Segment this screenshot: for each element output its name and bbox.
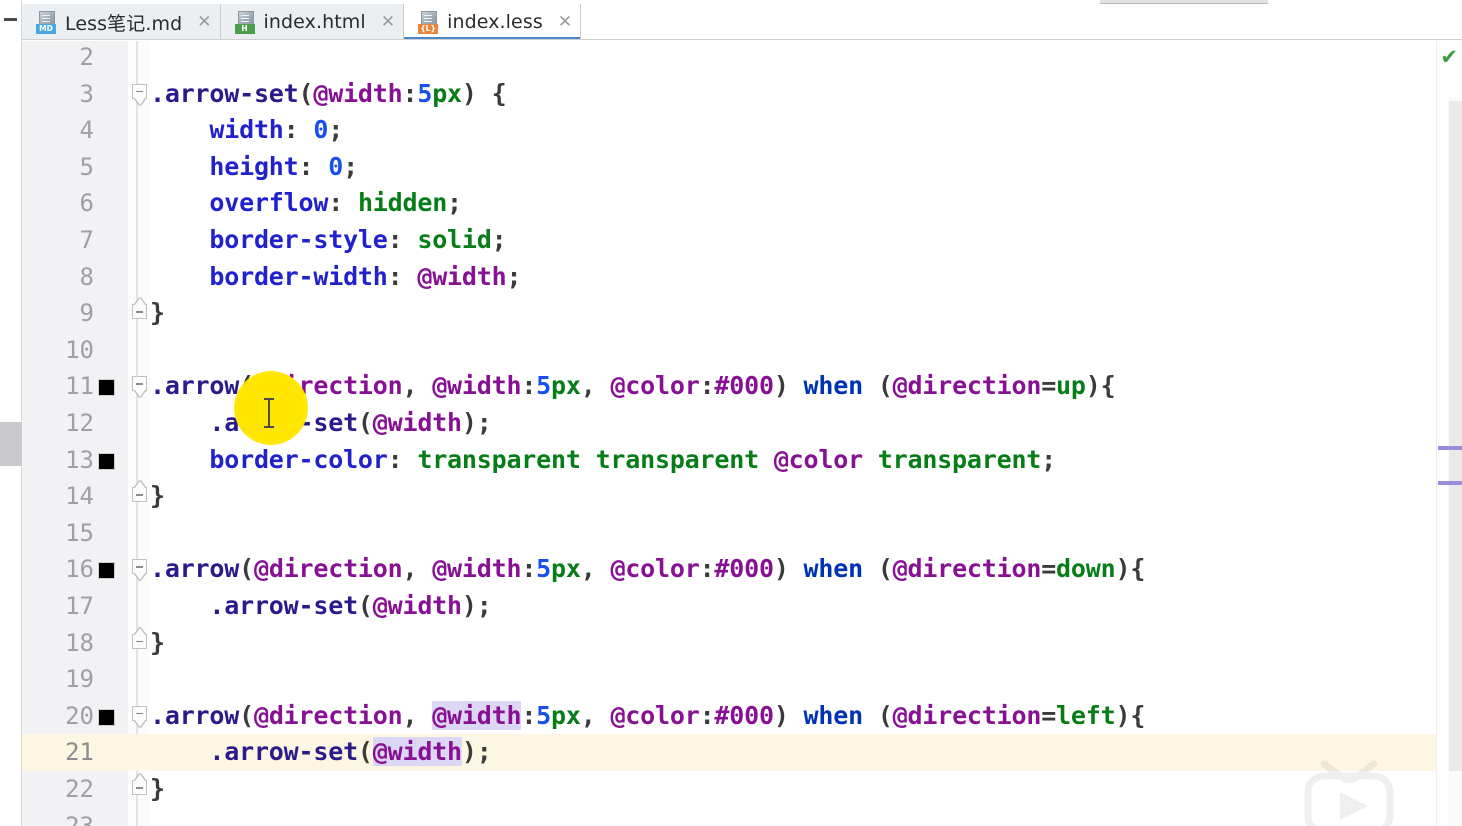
fold-end-icon[interactable] — [132, 481, 147, 503]
line-number: 21 — [65, 738, 94, 767]
line-number: 15 — [65, 518, 94, 547]
fold-collapse-icon[interactable] — [132, 705, 147, 727]
code-text[interactable]: border-style: solid; — [150, 222, 506, 259]
line-number: 9 — [79, 299, 94, 328]
code-text[interactable]: .arrow-set(@width); — [150, 405, 491, 442]
color-swatch-icon[interactable] — [98, 562, 115, 580]
code-line[interactable]: 6 overflow: hidden; — [22, 185, 1462, 222]
fold-end-icon[interactable] — [132, 627, 147, 649]
code-line[interactable]: 19 — [22, 661, 1462, 698]
code-line[interactable]: 21 .arrow-set(@width); — [22, 734, 1462, 771]
line-number: 16 — [65, 555, 94, 584]
line-number: 23 — [65, 811, 94, 826]
fold-collapse-icon[interactable] — [132, 83, 147, 105]
code-editor[interactable]: 2 3 .arrow-set(@width:5px) {4 width: 0; 5 h… — [22, 41, 1462, 826]
line-number: 7 — [79, 226, 94, 254]
line-number: 20 — [65, 701, 94, 730]
code-line[interactable]: 23 — [22, 808, 1462, 826]
code-text[interactable]: width: 0; — [150, 112, 343, 149]
fold-collapse-icon[interactable] — [132, 376, 147, 398]
code-line[interactable]: 2 — [22, 41, 1462, 76]
code-line[interactable]: 4 width: 0; — [22, 112, 1462, 149]
fold-collapse-icon[interactable] — [132, 559, 147, 581]
close-icon[interactable]: ✕ — [558, 13, 572, 31]
close-icon[interactable]: ✕ — [381, 13, 395, 31]
editor-scrollbar-thumb[interactable] — [1449, 101, 1462, 771]
code-text[interactable]: .arrow(@direction, @width:5px, @color:#0… — [150, 368, 1116, 405]
line-number: 10 — [65, 335, 94, 364]
code-text[interactable]: border-width: @width; — [150, 259, 521, 296]
line-number: 8 — [79, 262, 94, 291]
code-line[interactable]: 11 .arrow(@direction, @width:5px, @color:… — [22, 368, 1462, 405]
code-text[interactable]: } — [150, 771, 165, 808]
code-line[interactable]: 12 .arrow-set(@width); — [22, 405, 1462, 442]
code-text[interactable]: } — [150, 625, 165, 662]
tab-index-html[interactable]: H index.html ✕ — [220, 4, 405, 40]
tab-label: index.html — [263, 11, 366, 33]
fold-end-icon[interactable] — [132, 774, 147, 795]
line-number: 4 — [79, 116, 94, 145]
file-type-badge: {L} — [418, 24, 439, 34]
inspection-gutter[interactable]: ✔ — [1436, 41, 1462, 826]
line-number: 14 — [65, 482, 94, 511]
tab-index-less[interactable]: {L} index.less ✕ — [404, 4, 582, 40]
code-line[interactable]: 3 .arrow-set(@width:5px) { — [22, 76, 1462, 113]
code-line[interactable]: 22} — [22, 771, 1462, 808]
line-number: 6 — [79, 189, 94, 218]
line-number: 3 — [79, 79, 94, 108]
tool-window-stripe[interactable] — [0, 0, 22, 826]
line-number: 5 — [79, 152, 94, 181]
file-type-badge: H — [234, 24, 255, 34]
editor-tab-bar[interactable]: MD Less笔记.md ✕ H index.html ✕ {L} index.… — [22, 4, 1462, 40]
occurrence-marker[interactable] — [1438, 446, 1462, 450]
color-swatch-icon[interactable] — [98, 708, 115, 726]
line-number: 2 — [79, 43, 94, 71]
line-number: 18 — [65, 628, 94, 657]
code-text[interactable]: } — [150, 295, 165, 332]
line-number: 13 — [65, 445, 94, 474]
code-text[interactable]: .arrow-set(@width); — [150, 588, 491, 625]
tab-label: Less笔记.md — [65, 12, 183, 35]
code-line[interactable]: 8 border-width: @width; — [22, 259, 1462, 296]
line-number: 22 — [65, 775, 94, 803]
html-file-icon: H — [234, 11, 257, 34]
occurrence-marker[interactable] — [1438, 481, 1462, 485]
code-line[interactable]: 9} — [22, 295, 1462, 332]
code-line[interactable]: 18} — [22, 625, 1462, 662]
line-number: 11 — [65, 372, 94, 401]
file-type-badge: MD — [36, 24, 56, 34]
code-line[interactable]: 13 border-color: transparent transparent… — [22, 442, 1462, 479]
code-text[interactable]: overflow: hidden; — [150, 185, 462, 222]
code-line[interactable]: 15 — [22, 515, 1462, 552]
code-text[interactable]: .arrow(@direction, @width:5px, @color:#0… — [150, 698, 1145, 735]
code-text[interactable]: .arrow(@direction, @width:5px, @color:#0… — [150, 551, 1145, 588]
code-line[interactable]: 5 height: 0; — [22, 149, 1462, 186]
code-line[interactable]: 17 .arrow-set(@width); — [22, 588, 1462, 625]
ide-window: MD Less笔记.md ✕ H index.html ✕ {L} index.… — [0, 0, 1462, 826]
code-text[interactable]: height: 0; — [150, 149, 358, 186]
code-text[interactable]: } — [150, 478, 165, 515]
tool-window-handle[interactable] — [0, 422, 22, 466]
code-line[interactable]: 10 — [22, 332, 1462, 369]
code-text[interactable]: .arrow-set(@width:5px) { — [150, 76, 507, 113]
markdown-file-icon: MD — [36, 11, 58, 34]
color-swatch-icon[interactable] — [98, 379, 115, 397]
fold-end-icon[interactable] — [132, 298, 147, 320]
minimize-icon[interactable] — [2, 15, 18, 23]
code-line[interactable]: 7 border-style: solid; — [22, 222, 1462, 259]
inspection-ok-icon[interactable]: ✔ — [1440, 47, 1458, 68]
line-number: 17 — [65, 592, 94, 620]
less-file-icon: {L} — [418, 11, 440, 34]
code-line[interactable]: 16 .arrow(@direction, @width:5px, @color:… — [22, 551, 1462, 588]
line-number: 19 — [65, 665, 94, 694]
color-swatch-icon[interactable] — [98, 452, 115, 470]
tab-less-notes[interactable]: MD Less笔记.md ✕ — [22, 4, 221, 40]
code-line[interactable]: 20 .arrow(@direction, @width:5px, @color:… — [22, 698, 1462, 735]
code-text[interactable]: border-color: transparent transparent @c… — [150, 442, 1056, 479]
tab-label: index.less — [447, 11, 543, 33]
code-text[interactable]: .arrow-set(@width); — [150, 734, 492, 771]
close-icon[interactable]: ✕ — [197, 13, 211, 31]
code-line[interactable]: 14} — [22, 478, 1462, 515]
line-number: 12 — [65, 409, 94, 437]
